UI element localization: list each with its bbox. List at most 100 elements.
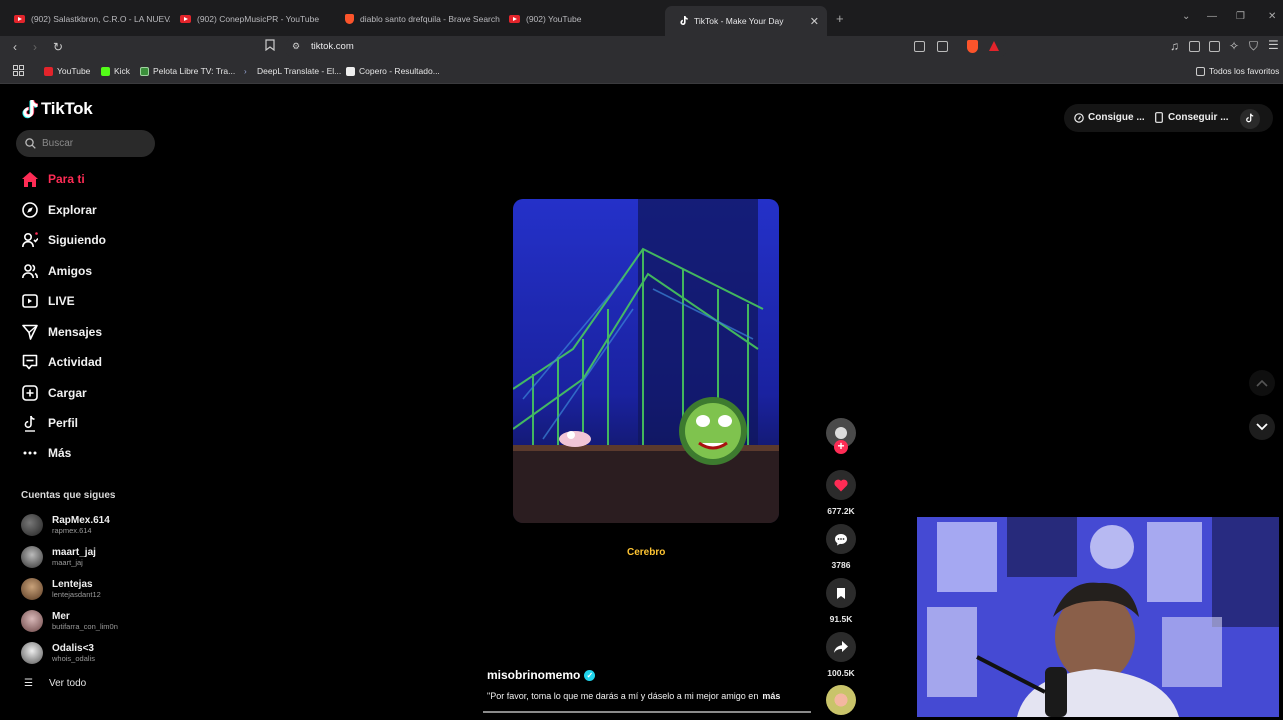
creator-avatar-button[interactable]: + xyxy=(826,418,856,454)
search-box[interactable] xyxy=(16,130,155,157)
account-name: Odalis<3 xyxy=(52,642,94,654)
menu-item-live[interactable]: LIVE xyxy=(21,290,75,312)
tiktok-logo[interactable]: TikTok xyxy=(21,99,93,119)
browser-tab[interactable]: (902) ConepMusicPR - YouTube xyxy=(166,6,336,32)
see-all-link[interactable]: ☰ Ver todo xyxy=(24,678,86,689)
account-username: maart_jaj xyxy=(52,557,83,567)
video-frame-image xyxy=(513,199,779,523)
menu-item-amigos[interactable]: Amigos xyxy=(21,260,92,282)
bookmark-youtube[interactable]: YouTube xyxy=(44,66,90,76)
share-button[interactable]: 100.5K xyxy=(826,632,856,678)
account-username: butifarra_con_lim0n xyxy=(52,621,118,631)
apps-grid-icon[interactable] xyxy=(13,65,24,76)
bookmark-icon xyxy=(826,578,856,608)
more-link[interactable]: más xyxy=(762,691,780,701)
menu-item-perfil[interactable]: Perfil xyxy=(21,412,78,434)
menu-item-para-ti[interactable]: Para ti xyxy=(21,168,85,190)
menu-item-mas[interactable]: Más xyxy=(21,442,71,464)
following-section-title: Cuentas que sigues xyxy=(21,490,116,501)
video-player[interactable] xyxy=(513,199,779,523)
search-icon xyxy=(25,138,36,149)
comment-button[interactable]: 3786 xyxy=(826,524,856,570)
brave-shields-icon[interactable] xyxy=(967,40,978,53)
music-disc-button[interactable] xyxy=(826,685,856,715)
description-text: "Por favor, toma lo que me darás a mí y … xyxy=(487,691,759,701)
previous-video-button[interactable] xyxy=(1249,370,1275,396)
heart-icon xyxy=(826,470,856,500)
follow-plus-icon[interactable]: + xyxy=(834,440,848,454)
brave-rewards-icon[interactable] xyxy=(989,41,999,51)
chevron-up-icon xyxy=(1256,379,1268,387)
close-tab-icon[interactable]: ✕ xyxy=(810,15,819,28)
url-text[interactable]: tiktok.com xyxy=(311,41,354,52)
bookmark-kick[interactable]: Kick xyxy=(101,66,130,76)
menu-item-actividad[interactable]: Actividad xyxy=(21,351,102,373)
site-settings-icon[interactable]: ⚙ xyxy=(292,41,300,52)
minimize-button[interactable]: — xyxy=(1207,11,1217,22)
progress-fill xyxy=(483,711,811,713)
upload-icon xyxy=(21,385,38,402)
following-account[interactable]: maart_jaj maart_jaj xyxy=(21,546,96,568)
phone-icon xyxy=(1155,112,1163,123)
url-field[interactable] xyxy=(284,38,1008,57)
menu-item-explorar[interactable]: Explorar xyxy=(21,199,97,221)
author-name: misobrinomemo xyxy=(487,668,581,682)
menu-item-siguiendo[interactable]: Siguiendo xyxy=(21,229,106,251)
share-count: 100.5K xyxy=(827,668,855,678)
video-progress-bar[interactable] xyxy=(483,711,811,713)
profile-avatar-button[interactable] xyxy=(1240,109,1260,129)
tab-list-chevron-icon[interactable]: ⌄ xyxy=(1182,11,1190,22)
save-button[interactable]: 91.5K xyxy=(826,578,856,624)
reload-button[interactable]: ↻ xyxy=(53,40,63,54)
browser-tab-bar: (902) Salastkbron, C.R.O - LA NUEVA (902… xyxy=(0,0,1283,36)
avatar xyxy=(21,546,43,568)
get-coins-button[interactable]: Consigue ... xyxy=(1074,112,1145,123)
following-account[interactable]: RapMex.614 rapmex.614 xyxy=(21,514,110,536)
browser-tab[interactable]: (902) YouTube xyxy=(495,6,665,32)
sidebar-icon[interactable] xyxy=(1189,41,1200,52)
youtube-icon xyxy=(14,15,25,23)
video-author[interactable]: misobrinomemo ✓ xyxy=(487,668,596,682)
profile-icon xyxy=(1246,113,1254,123)
menu-item-cargar[interactable]: Cargar xyxy=(21,382,87,404)
bookmark-deepl[interactable]: › DeepL Translate - El... xyxy=(244,66,341,76)
menu-icon[interactable]: ☰ xyxy=(1268,38,1279,52)
following-account[interactable]: Lentejas lentejasdant12 xyxy=(21,578,101,600)
browser-tab[interactable]: diablo santo drefquila - Brave Search xyxy=(331,6,501,32)
restore-button[interactable]: ❐ xyxy=(1236,11,1245,22)
vpn-icon[interactable]: ⛉ xyxy=(1249,39,1258,54)
forward-button[interactable]: › xyxy=(33,40,37,54)
media-icon[interactable]: ♫ xyxy=(1170,39,1179,53)
bookmark-icon[interactable] xyxy=(265,39,275,54)
like-button[interactable]: 677.2K xyxy=(826,470,856,516)
account-username: rapmex.614 xyxy=(52,525,92,535)
logo-text: TikTok xyxy=(41,99,93,118)
browser-tab[interactable]: (902) Salastkbron, C.R.O - LA NUEVA xyxy=(0,6,170,32)
wallet-icon[interactable] xyxy=(1209,41,1220,52)
home-icon xyxy=(21,171,38,188)
compass-icon xyxy=(21,202,38,219)
bookmark-pelota-libre[interactable]: Pelota Libre TV: Tra... xyxy=(140,66,235,76)
leo-ai-icon[interactable]: ✧ xyxy=(1229,39,1239,53)
following-account[interactable]: Odalis<3 whois_odalis xyxy=(21,642,95,664)
all-bookmarks-folder[interactable]: Todos los favoritos xyxy=(1196,66,1279,76)
tab-title: TikTok - Make Your Day xyxy=(694,16,784,26)
search-input[interactable] xyxy=(42,138,142,149)
cast-icon[interactable] xyxy=(937,41,948,52)
new-tab-button[interactable]: + xyxy=(836,11,844,26)
bookmark-copero[interactable]: Copero - Resultado... xyxy=(346,66,440,76)
comment-icon xyxy=(826,524,856,554)
menu-item-mensajes[interactable]: Mensajes xyxy=(21,321,102,343)
tab-title: diablo santo drefquila - Brave Search xyxy=(360,14,500,24)
get-app-button[interactable]: Conseguir ... xyxy=(1155,112,1229,123)
back-button[interactable]: ‹ xyxy=(13,40,17,54)
close-window-button[interactable]: ✕ xyxy=(1268,11,1276,22)
share-icon xyxy=(826,632,856,662)
profile-icon xyxy=(21,415,38,432)
address-bar: ‹ › ↻ ⚙ tiktok.com ♫ ✧ ⛉ ☰ xyxy=(0,36,1283,59)
translate-icon[interactable] xyxy=(914,41,925,52)
following-account[interactable]: Mer butifarra_con_lim0n xyxy=(21,610,118,632)
next-video-button[interactable] xyxy=(1249,414,1275,440)
browser-tab-active[interactable]: TikTok - Make Your Day ✕ xyxy=(665,6,827,36)
account-username: whois_odalis xyxy=(52,653,95,663)
